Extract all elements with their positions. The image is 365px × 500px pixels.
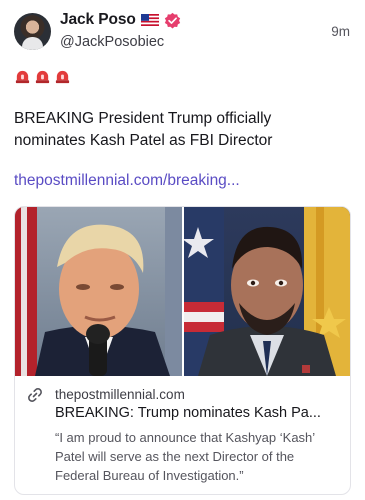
siren-icon xyxy=(55,70,70,84)
link-domain: thepostmillennial.com xyxy=(55,387,185,402)
link-icon xyxy=(28,388,42,402)
photo-trump xyxy=(15,207,182,376)
siren-icon xyxy=(15,70,30,84)
author-display-name[interactable]: Jack Poso xyxy=(60,11,136,29)
emoji-row xyxy=(14,68,71,85)
link-preview-card[interactable]: thepostmillennial.com BREAKING: Trump no… xyxy=(14,206,351,495)
post-link[interactable]: thepostmillennial.com/breaking... xyxy=(14,172,240,190)
link-preview-body[interactable]: thepostmillennial.com BREAKING: Trump no… xyxy=(15,376,350,494)
photo-patel xyxy=(184,207,350,376)
author-name-row: Jack Poso xyxy=(60,11,181,29)
verified-badge-icon xyxy=(164,12,180,28)
author-handle[interactable]: @JackPosobiec xyxy=(60,34,164,50)
photo-patel-illustration xyxy=(184,207,350,376)
avatar[interactable] xyxy=(14,13,51,50)
post-timestamp[interactable]: 9m xyxy=(331,24,350,39)
siren-icon xyxy=(35,70,50,84)
avatar-shirt xyxy=(22,37,43,50)
link-description: “I am proud to announce that Kashyap ‘Ka… xyxy=(55,430,315,483)
post-text: BREAKING President Trump officially nomi… xyxy=(14,110,273,149)
link-title[interactable]: BREAKING: Trump nominates Kash Pa... xyxy=(55,405,343,421)
photo-trump-illustration xyxy=(15,207,182,376)
us-flag-icon xyxy=(140,14,159,26)
